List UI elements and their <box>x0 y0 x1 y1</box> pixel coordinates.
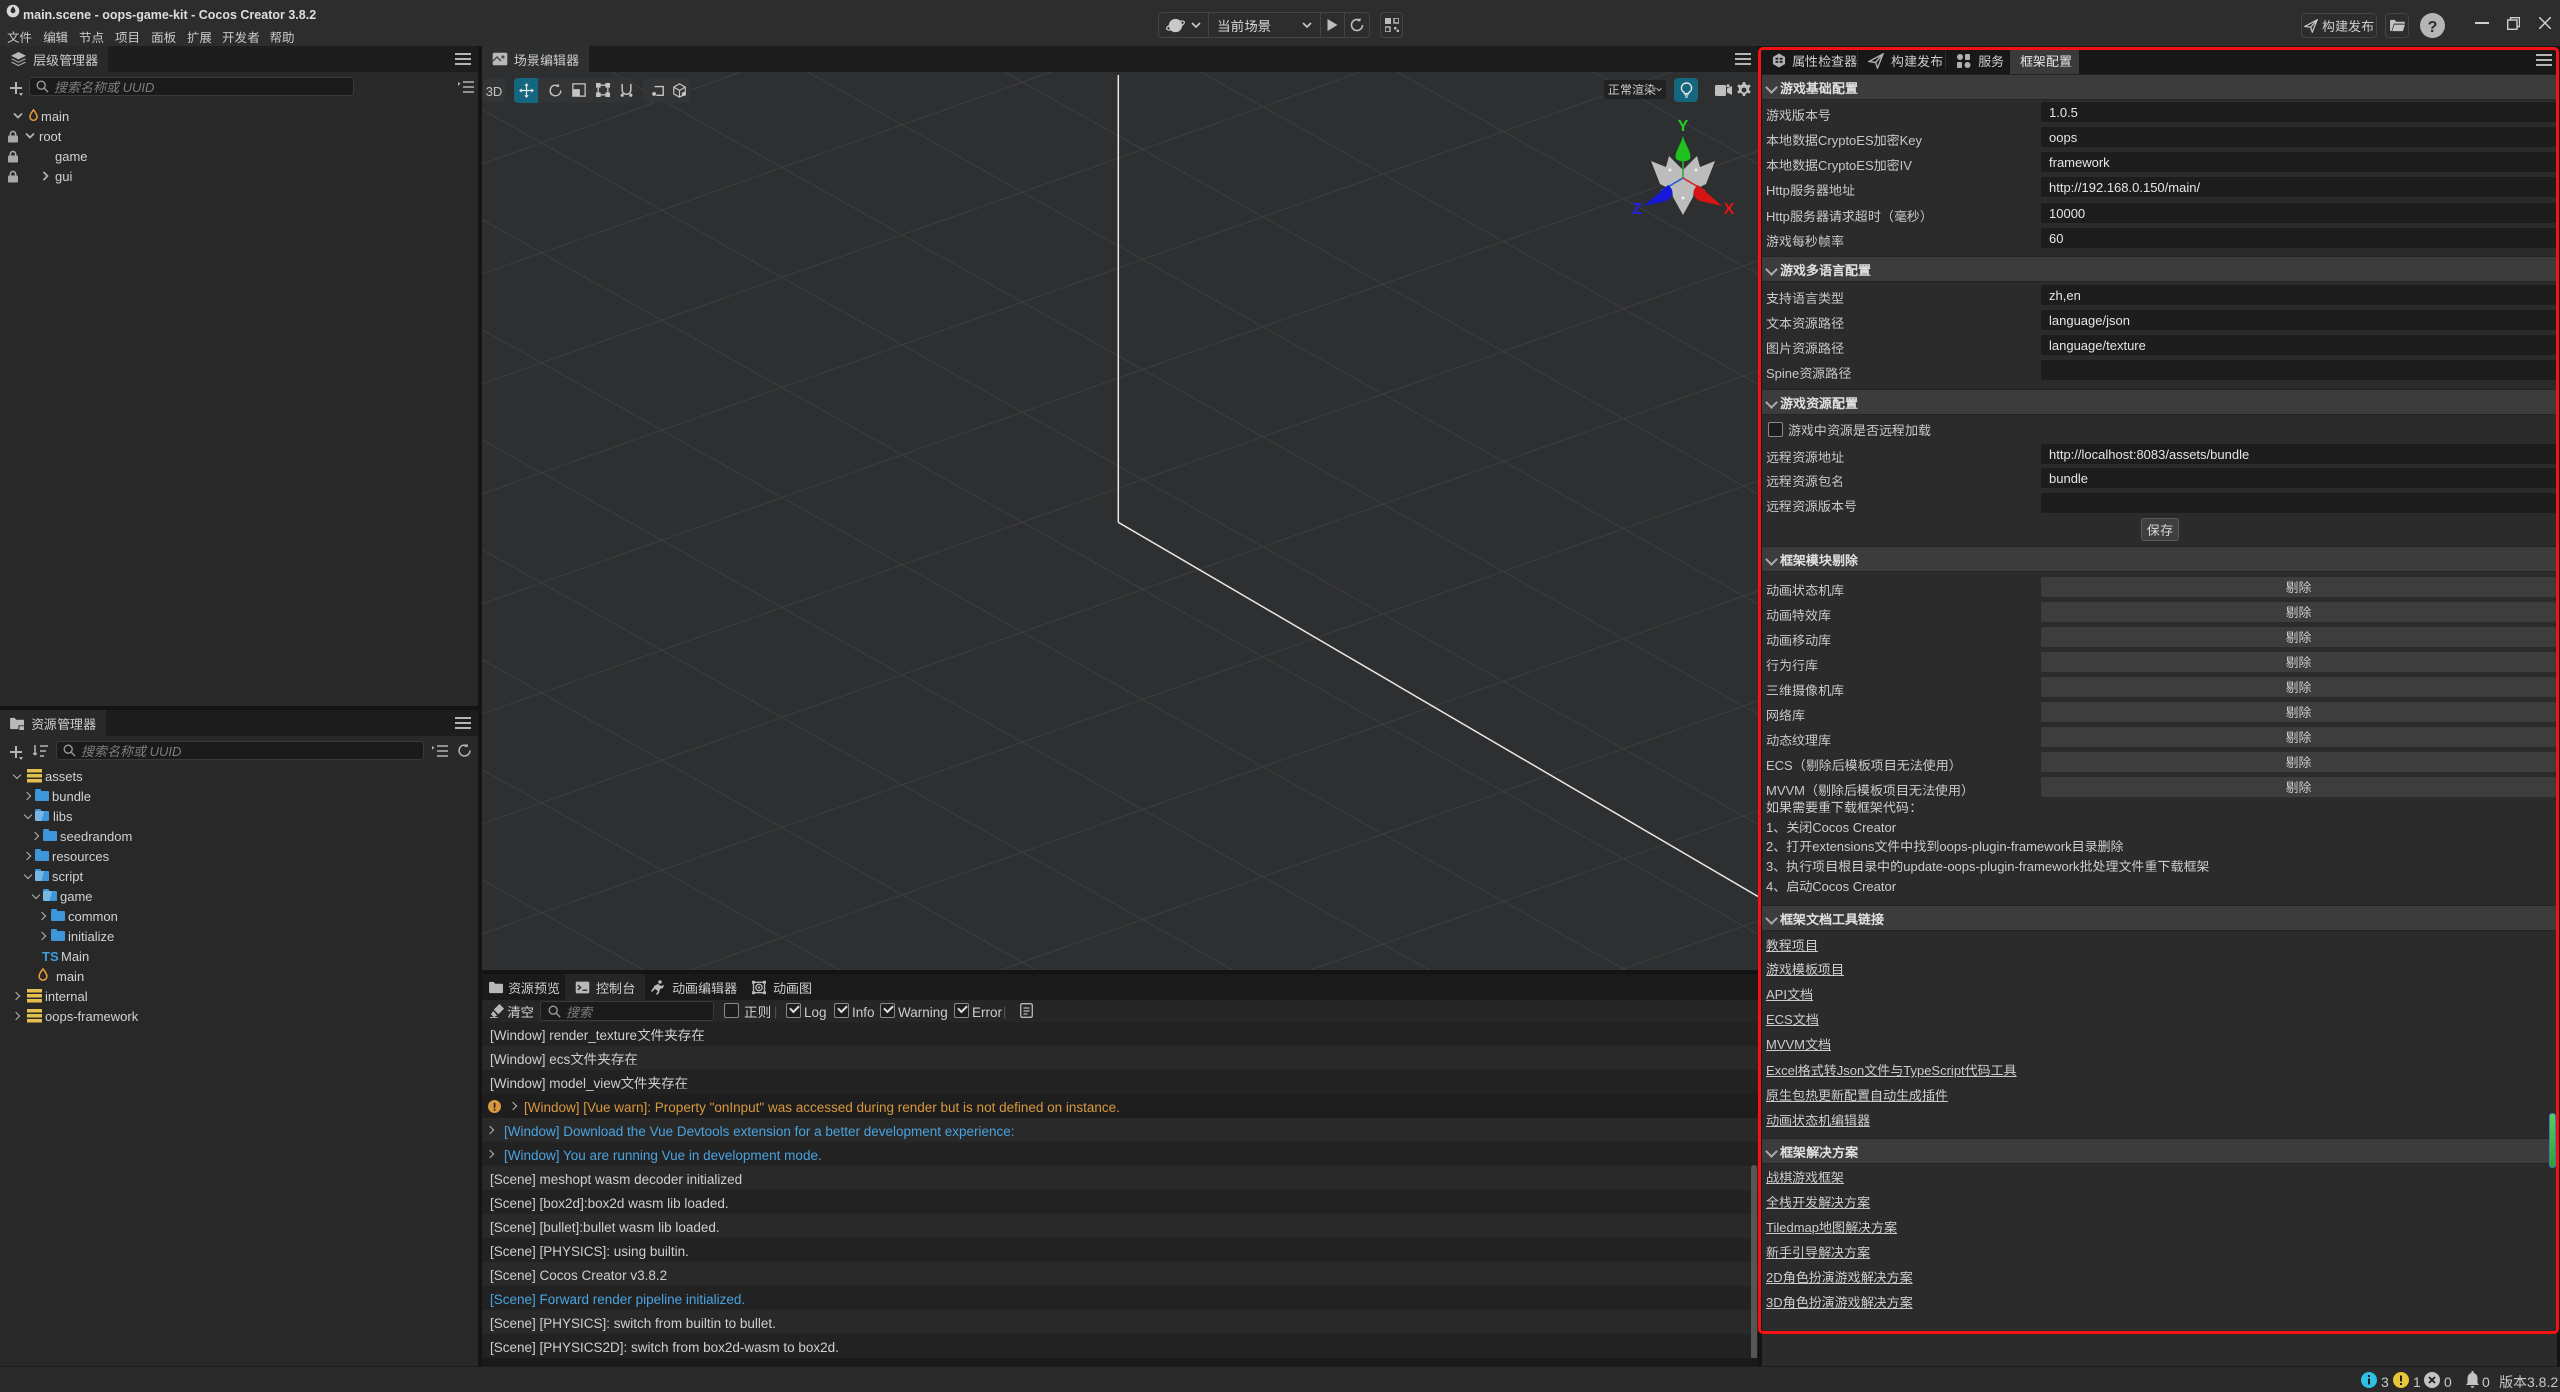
svg-text:X: X <box>1724 201 1735 218</box>
svg-text:Y: Y <box>1678 118 1689 135</box>
svg-text:Z: Z <box>1632 201 1642 218</box>
